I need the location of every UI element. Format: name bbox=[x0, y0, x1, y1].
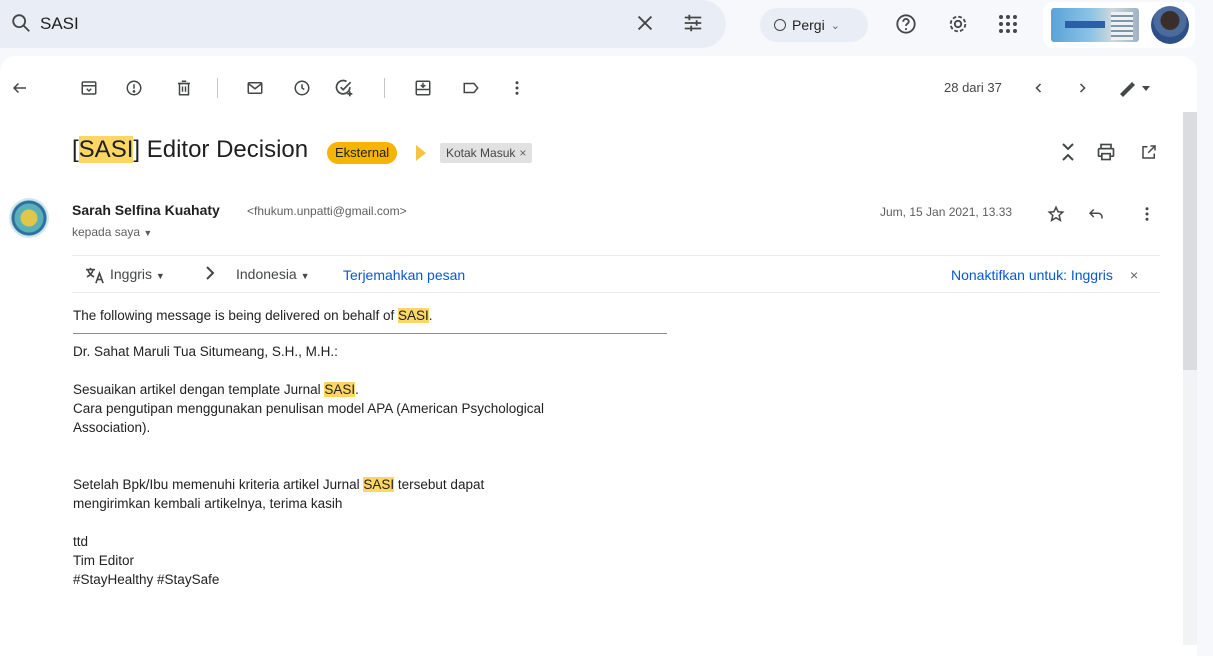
search-highlight: SASI bbox=[397, 308, 429, 323]
inbox-label-chip[interactable]: Kotak Masuk × bbox=[440, 143, 533, 163]
sender-avatar[interactable] bbox=[9, 198, 49, 238]
input-tools-pen-icon[interactable] bbox=[1115, 76, 1157, 100]
message-more-icon[interactable] bbox=[1135, 202, 1159, 226]
disable-translation-link[interactable]: Nonaktifkan untuk: Inggris bbox=[951, 267, 1113, 283]
translate-icon bbox=[84, 266, 106, 287]
message-toolbar: 28 dari 37 bbox=[0, 56, 1197, 118]
avatar[interactable] bbox=[1151, 6, 1189, 44]
print-icon[interactable] bbox=[1094, 140, 1118, 164]
body-line: mengirimkan kembali artikelnya, terima k… bbox=[73, 496, 343, 511]
body-text: . bbox=[428, 308, 433, 323]
target-language-select[interactable]: Indonesia ▼ bbox=[236, 266, 310, 282]
remove-label-icon[interactable]: × bbox=[519, 146, 526, 160]
search-input[interactable] bbox=[40, 12, 600, 36]
mark-unread-icon[interactable] bbox=[243, 76, 267, 100]
organization-logo bbox=[1051, 8, 1139, 42]
body-line: Tim Editor bbox=[73, 553, 135, 568]
snooze-clock-icon[interactable] bbox=[290, 76, 314, 100]
status-selector[interactable]: Pergi ⌄ bbox=[760, 8, 868, 42]
caret-down-icon: ▼ bbox=[143, 228, 153, 238]
inbox-label-text: Kotak Masuk bbox=[446, 146, 516, 160]
gear-icon[interactable] bbox=[943, 9, 973, 39]
search-highlight: SASI bbox=[363, 477, 395, 492]
more-vert-icon[interactable] bbox=[505, 76, 529, 100]
status-dot-icon bbox=[774, 19, 786, 31]
email-subject: [SASI] Editor Decision bbox=[72, 136, 308, 164]
toolbar-divider bbox=[384, 78, 385, 98]
clear-search-icon[interactable] bbox=[634, 12, 656, 39]
body-line: Sesuaikan artikel dengan template Jurnal… bbox=[73, 380, 773, 399]
search-options-icon[interactable] bbox=[682, 12, 704, 39]
recipient-label: kepada saya bbox=[72, 225, 141, 239]
subject-rest: ] Editor Decision bbox=[133, 136, 309, 163]
back-arrow-icon[interactable] bbox=[8, 76, 32, 100]
translate-bar: Inggris ▼ Indonesia ▼ Terjemahkan pesan … bbox=[72, 255, 1160, 293]
chevron-right-icon bbox=[205, 266, 215, 283]
source-language: Inggris bbox=[110, 266, 153, 282]
top-bar: Pergi ⌄ bbox=[0, 0, 1213, 52]
report-spam-icon[interactable] bbox=[122, 76, 146, 100]
trash-icon[interactable] bbox=[172, 76, 196, 100]
move-to-icon[interactable] bbox=[411, 76, 435, 100]
email-body: The following message is being delivered… bbox=[73, 306, 773, 589]
page-count: 28 dari 37 bbox=[944, 80, 1002, 95]
body-text: Setelah Bpk/Ibu memenuhi kriteria artike… bbox=[73, 477, 364, 492]
search-icon[interactable] bbox=[10, 12, 32, 39]
apps-grid-icon[interactable] bbox=[993, 9, 1023, 39]
target-language: Indonesia bbox=[236, 266, 297, 282]
body-line: Cara pengutipan menggunakan penulisan mo… bbox=[73, 401, 545, 416]
older-chevron-right-icon[interactable] bbox=[1070, 76, 1094, 100]
body-divider bbox=[73, 333, 667, 334]
body-text: The following message is being delivered… bbox=[73, 308, 398, 323]
subject-prefix: [ bbox=[72, 136, 79, 163]
body-line: The following message is being delivered… bbox=[73, 306, 773, 325]
open-new-window-icon[interactable] bbox=[1137, 140, 1161, 164]
label-icon[interactable] bbox=[459, 76, 483, 100]
message-panel: 28 dari 37 [SASI] Editor Decision Ekster… bbox=[0, 56, 1197, 656]
caret-down-icon: ▼ bbox=[300, 271, 310, 281]
add-task-icon[interactable] bbox=[332, 76, 356, 100]
source-language-select[interactable]: Inggris ▼ bbox=[110, 266, 165, 282]
search-bar[interactable] bbox=[0, 0, 726, 48]
sender-email: <fhukum.unpatti@gmail.com> bbox=[247, 204, 407, 218]
sender-name[interactable]: Sarah Selfina Kuahaty bbox=[72, 202, 220, 218]
subject-search-highlight: SASI bbox=[78, 136, 134, 163]
toolbar-divider bbox=[217, 78, 218, 98]
email-date: Jum, 15 Jan 2021, 13.33 bbox=[880, 205, 1013, 219]
important-marker-icon[interactable] bbox=[416, 145, 426, 161]
account-area[interactable] bbox=[1043, 2, 1195, 48]
close-icon[interactable]: × bbox=[1130, 267, 1138, 283]
body-line: Association). bbox=[73, 420, 151, 435]
collapse-all-icon[interactable] bbox=[1056, 140, 1080, 164]
help-icon[interactable] bbox=[891, 9, 921, 39]
status-label: Pergi bbox=[792, 17, 825, 33]
body-text: tersebut dapat bbox=[394, 477, 485, 492]
newer-chevron-left-icon[interactable] bbox=[1027, 76, 1051, 100]
external-label-badge: Eksternal bbox=[327, 142, 398, 164]
caret-down-icon: ▼ bbox=[155, 271, 165, 281]
star-icon[interactable] bbox=[1044, 202, 1068, 226]
body-line: ttd bbox=[73, 534, 89, 549]
translate-message-link[interactable]: Terjemahkan pesan bbox=[343, 267, 465, 283]
reply-icon[interactable] bbox=[1084, 202, 1108, 226]
body-line: #StayHealthy #StaySafe bbox=[73, 572, 220, 587]
search-highlight: SASI bbox=[324, 382, 356, 397]
body-text: Sesuaikan artikel dengan template Jurnal bbox=[73, 382, 325, 397]
recipient-toggle[interactable]: kepada saya ▼ bbox=[72, 225, 152, 239]
scrollbar-thumb[interactable] bbox=[1183, 112, 1197, 370]
archive-icon[interactable] bbox=[77, 76, 101, 100]
body-text: . bbox=[355, 382, 359, 397]
chevron-down-icon: ⌄ bbox=[830, 19, 840, 32]
body-line: Setelah Bpk/Ibu memenuhi kriteria artike… bbox=[73, 475, 773, 494]
body-line: Dr. Sahat Maruli Tua Situmeang, S.H., M.… bbox=[73, 344, 338, 359]
